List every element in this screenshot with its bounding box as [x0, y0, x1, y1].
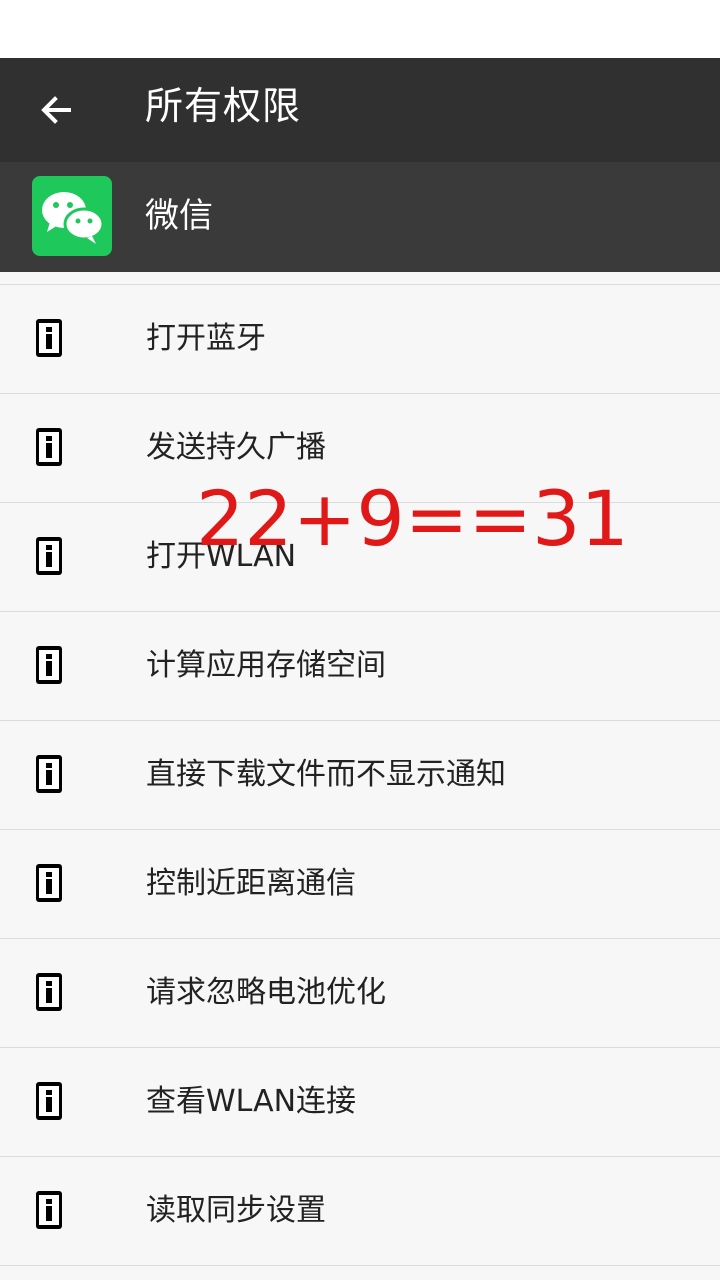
permission-label: 打开蓝牙	[146, 321, 266, 356]
info-icon	[36, 973, 62, 1011]
permission-item[interactable]: 请求忽略电池优化	[0, 938, 720, 1047]
permission-item[interactable]: 打开蓝牙	[0, 284, 720, 393]
page-title: 所有权限	[145, 84, 302, 128]
app-header: 微信	[0, 162, 720, 272]
info-icon	[36, 1082, 62, 1120]
permission-label: 读取同步设置	[146, 1193, 326, 1228]
info-icon	[36, 646, 62, 684]
permission-item[interactable]: 查看WLAN连接	[0, 1047, 720, 1156]
info-icon	[36, 319, 62, 357]
permission-label: 计算应用存储空间	[146, 648, 386, 683]
info-icon	[36, 1191, 62, 1229]
permission-item[interactable]: 直接下载文件而不显示通知	[0, 720, 720, 829]
overlay-equation-text: 22+9==31	[196, 474, 629, 563]
permission-item[interactable]: 计算应用存储空间	[0, 611, 720, 720]
app-name: 微信	[145, 196, 213, 236]
back-button[interactable]	[20, 78, 92, 142]
info-icon	[36, 537, 62, 575]
toolbar: 所有权限	[0, 58, 720, 162]
permission-item[interactable]: 读取同步设置	[0, 1156, 720, 1266]
permission-label: 查看WLAN连接	[146, 1084, 357, 1119]
status-bar	[0, 0, 720, 58]
permission-label: 直接下载文件而不显示通知	[146, 757, 506, 792]
info-icon	[36, 864, 62, 902]
info-icon	[36, 755, 62, 793]
permission-list: 打开蓝牙 发送持久广播 打开WLAN 计算应用存储空间 直接下载文件而不显示通知…	[0, 284, 720, 1266]
permission-label: 请求忽略电池优化	[146, 975, 386, 1010]
permission-item[interactable]: 控制近距离通信	[0, 829, 720, 938]
permission-label: 控制近距离通信	[146, 866, 356, 901]
info-icon	[36, 428, 62, 466]
arrow-back-icon	[41, 96, 71, 124]
wechat-logo-icon	[32, 176, 112, 256]
